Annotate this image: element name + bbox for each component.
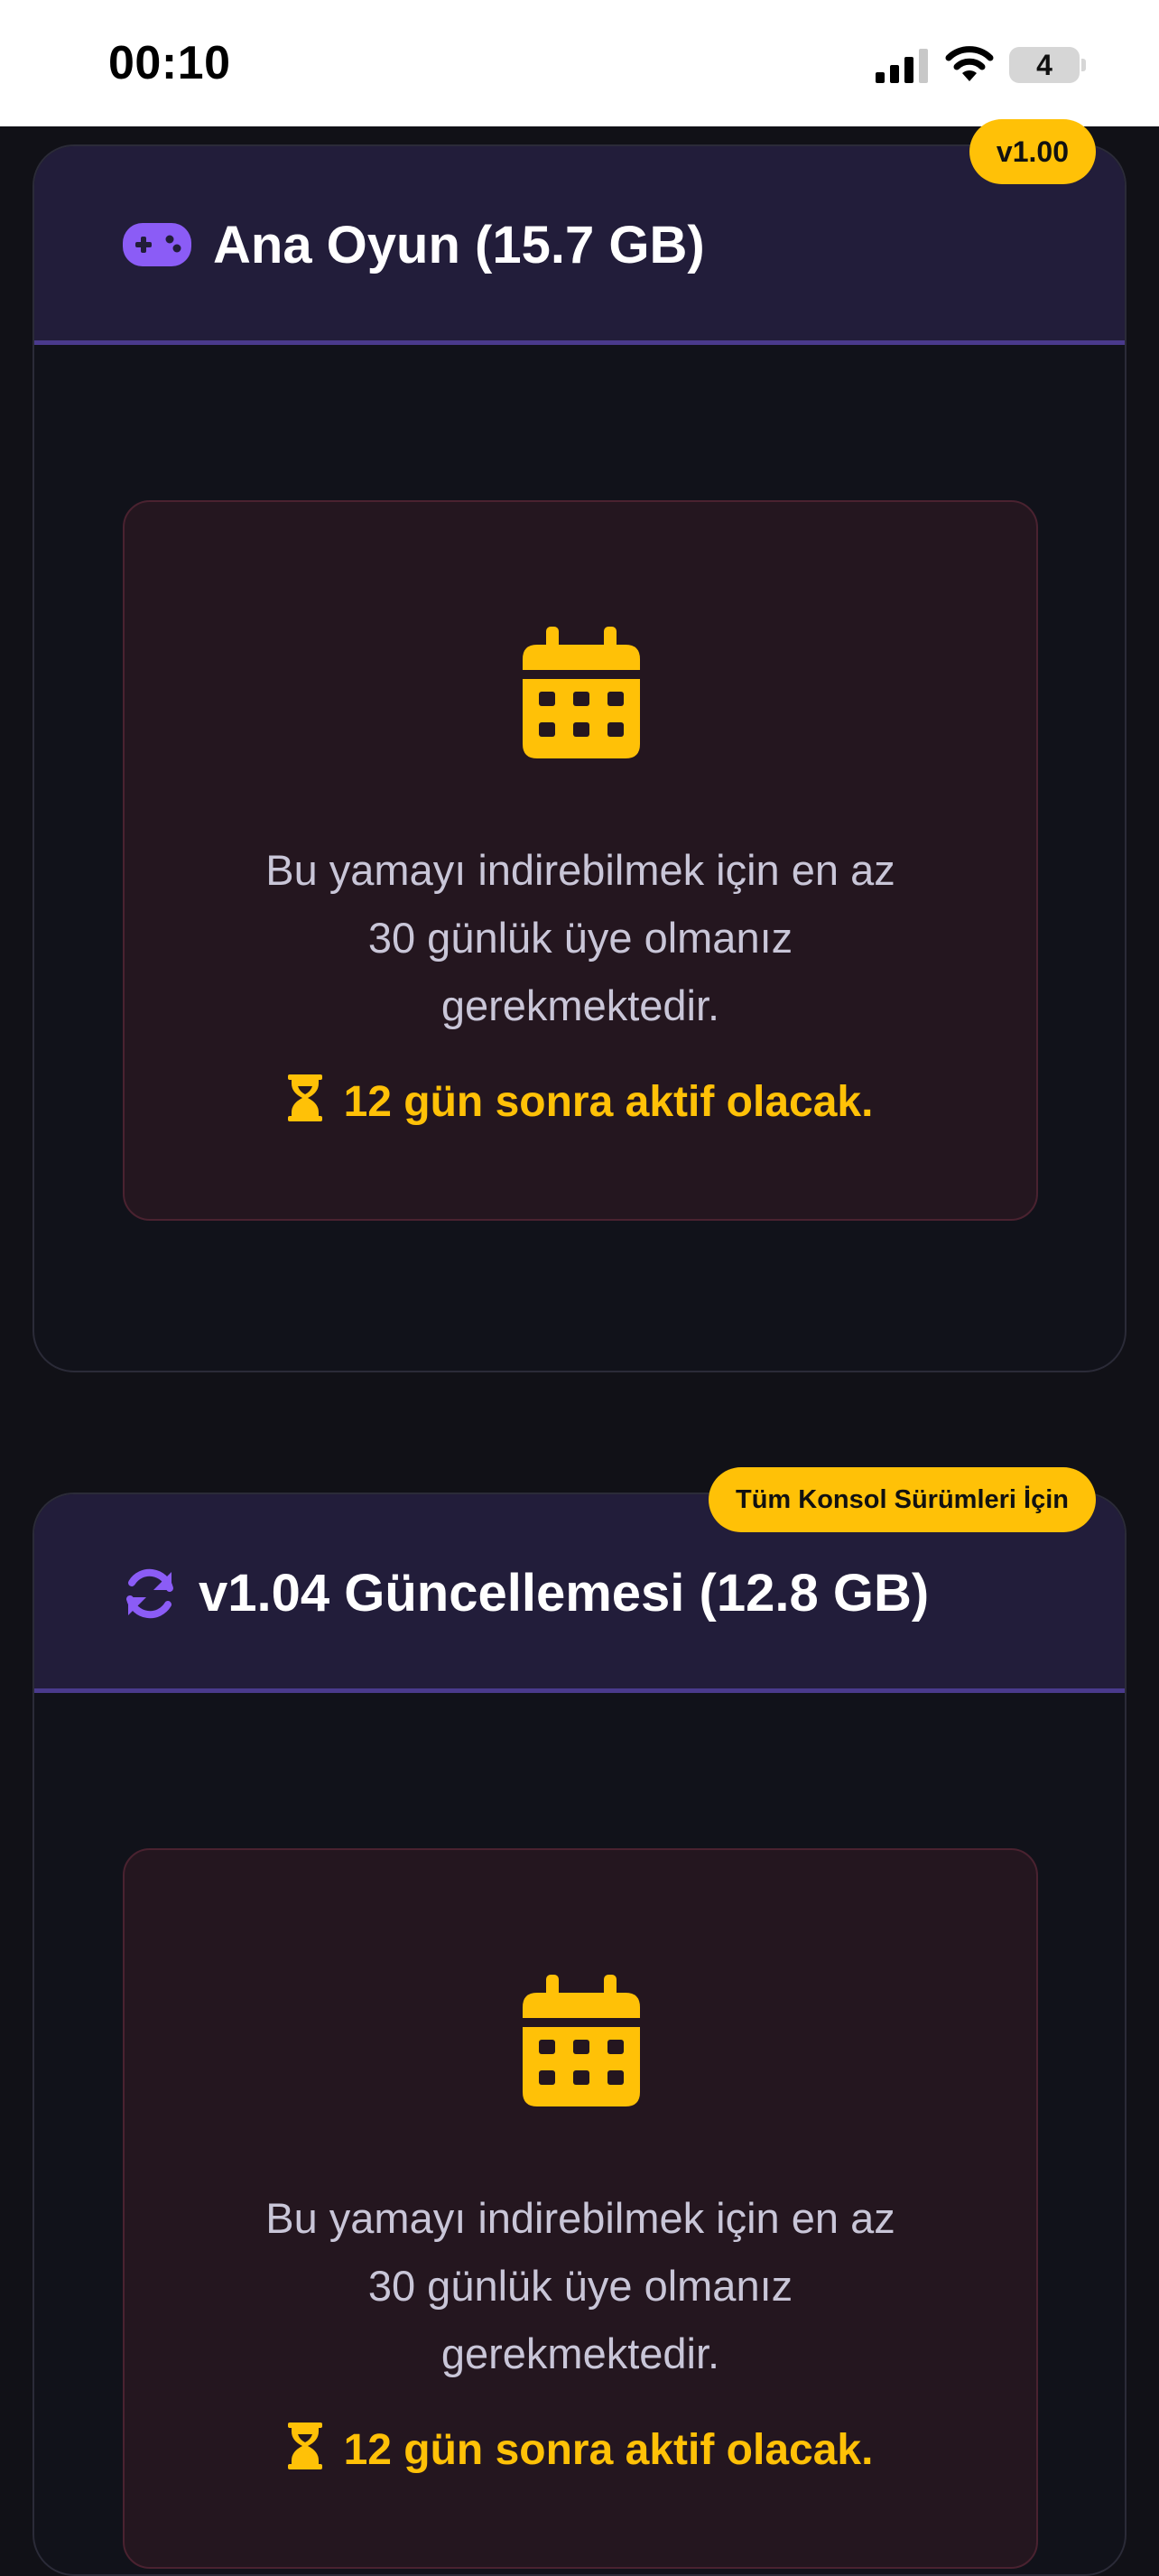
countdown-text: 12 gün sonra aktif olacak. <box>125 2419 1036 2482</box>
card-title: Ana Oyun (15.7 GB) <box>213 216 705 274</box>
hourglass-icon <box>287 1074 322 1121</box>
lock-message-line: 30 günlük üye olmanız <box>367 2262 793 2310</box>
lock-message-line: Bu yamayı indirebilmek için en az <box>265 2194 895 2242</box>
lock-message-line: gerekmektedir. <box>440 981 720 1029</box>
card-header: Ana Oyun (15.7 GB) <box>34 146 1125 345</box>
sync-icon <box>126 1568 173 1619</box>
signal-icon <box>876 49 928 83</box>
gamepad-icon <box>123 223 191 266</box>
download-card-main-game: Ana Oyun (15.7 GB) v1.00 Bu yamayı indir… <box>32 119 1127 1372</box>
status-time: 00:10 <box>108 37 231 89</box>
status-bar: 00:10 4 <box>0 0 1159 126</box>
battery-icon: 4 <box>1009 47 1086 83</box>
hourglass-icon <box>287 2423 322 2469</box>
lock-message: Bu yamayı indirebilmek için en az 30 gün… <box>125 836 1036 1039</box>
platform-badge: Tüm Konsol Sürümleri İçin <box>709 1467 1096 1532</box>
battery-level: 4 <box>1036 49 1052 81</box>
lock-message-line: Bu yamayı indirebilmek için en az <box>265 846 895 894</box>
download-card-update: v1.04 Güncellemesi (12.8 GB) Tüm Konsol … <box>32 1467 1127 2576</box>
lock-message-line: 30 günlük üye olmanız <box>367 914 793 962</box>
countdown-label: 12 gün sonra aktif olacak. <box>343 1078 874 1126</box>
membership-lock-notice: Bu yamayı indirebilmek için en az 30 gün… <box>123 500 1038 1221</box>
countdown-text: 12 gün sonra aktif olacak. <box>125 1071 1036 1134</box>
calendar-icon <box>523 627 640 758</box>
version-badge: v1.00 <box>969 119 1096 184</box>
countdown-label: 12 gün sonra aktif olacak. <box>343 2426 874 2474</box>
lock-message: Bu yamayı indirebilmek için en az 30 gün… <box>125 2184 1036 2387</box>
lock-message-line: gerekmektedir. <box>440 2330 720 2377</box>
membership-lock-notice: Bu yamayı indirebilmek için en az 30 gün… <box>123 1848 1038 2569</box>
calendar-icon <box>523 1975 640 2106</box>
wifi-icon <box>945 46 994 81</box>
